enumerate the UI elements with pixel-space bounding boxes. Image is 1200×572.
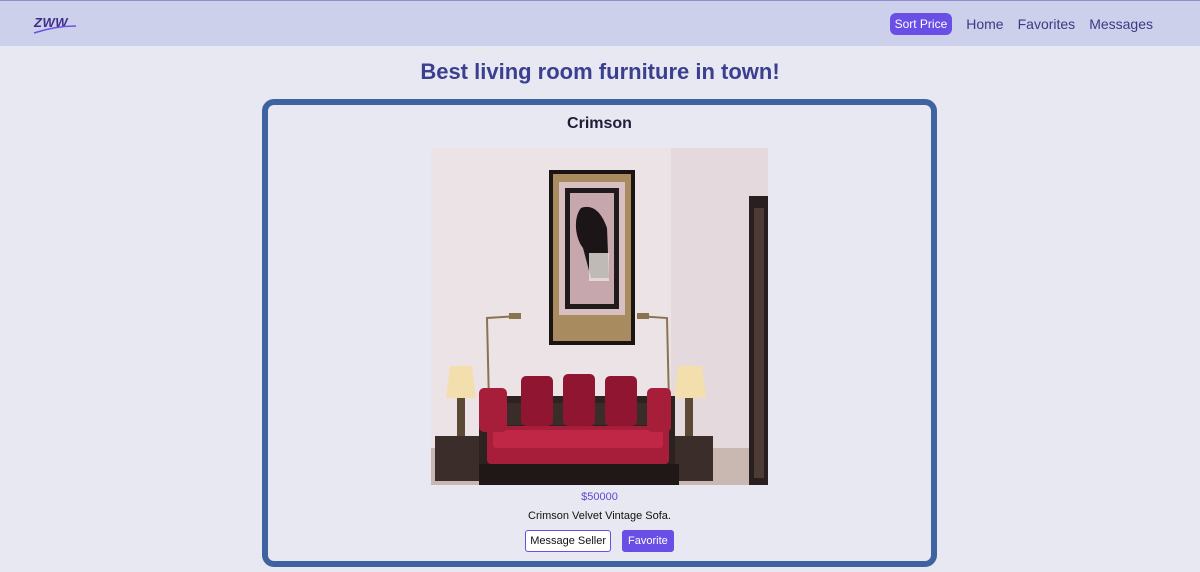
logo-swoosh-icon (33, 25, 77, 34)
listing-price: $50000 (581, 491, 618, 503)
listing-card: Crimson $50000 Crimson Velvet Vintage So… (262, 99, 937, 567)
favorite-button[interactable]: Favorite (622, 530, 674, 552)
nav-right: Sort Price Home Favorites Messages (889, 13, 1160, 35)
nav-link-home[interactable]: Home (966, 16, 1003, 32)
listing-photo[interactable] (431, 148, 768, 485)
nav-link-messages[interactable]: Messages (1089, 16, 1153, 32)
message-seller-button[interactable]: Message Seller (525, 530, 612, 552)
listing-actions: Message Seller Favorite (268, 530, 931, 552)
logo[interactable]: ZWW (32, 13, 78, 37)
page-title: Best living room furniture in town! (420, 59, 780, 84)
listing-description: Crimson Velvet Vintage Sofa. (528, 510, 671, 522)
listing-title: Crimson (567, 115, 632, 132)
nav-link-favorites[interactable]: Favorites (1018, 16, 1076, 32)
navbar: ZWW Sort Price Home Favorites Messages (0, 0, 1200, 46)
sort-price-button[interactable]: Sort Price (889, 13, 953, 35)
